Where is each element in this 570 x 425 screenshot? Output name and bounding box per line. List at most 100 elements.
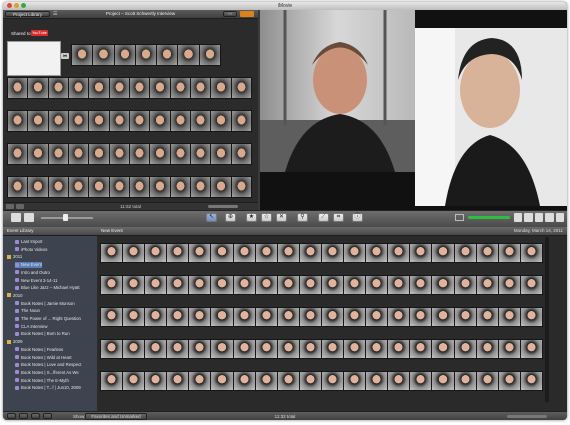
event-clip-row[interactable] [100, 275, 543, 295]
event-item-label: The Noun [21, 308, 40, 314]
event-library: Event Library Last Import iPhoto Videos 20… [3, 227, 97, 411]
title-icon[interactable] [534, 213, 544, 222]
crop-icon[interactable]: ⌗ [333, 213, 344, 222]
event-item-label: Last Import [21, 239, 43, 244]
fullscreen-icon[interactable] [31, 413, 40, 419]
show-filter-select[interactable]: Favorites and Unmarked [85, 413, 147, 420]
keyword-icon[interactable]: ⚲ [297, 213, 308, 222]
event-list-item[interactable]: Last Import [15, 239, 43, 245]
audio-meter [468, 216, 510, 219]
orange-clip-icon[interactable] [240, 11, 254, 17]
event-clip-row[interactable] [100, 243, 543, 263]
event-icon [15, 347, 19, 352]
project-footer: 11:52 total [3, 202, 258, 210]
search-icon[interactable] [43, 413, 52, 419]
event-item-label: Book Notes | Jamie Munson [21, 300, 75, 306]
event-list-item[interactable]: New Event 3-14-11 [15, 278, 57, 284]
event-list-item[interactable]: Book Notes | T...f | Jun10, 2009 [15, 385, 81, 391]
event-item-label: New Event 3-14-11 [21, 277, 58, 283]
event-library-title: Event Library [7, 228, 34, 233]
event-icon [15, 370, 19, 375]
viewer [260, 10, 567, 210]
info-icon[interactable]: ⓘ [352, 213, 363, 222]
event-list-item[interactable]: The Noun [15, 308, 40, 314]
favorite-star-icon[interactable]: ★ [246, 213, 257, 222]
event-icon [15, 324, 19, 329]
project-thumbnail[interactable] [7, 41, 61, 76]
transition-browser-icon[interactable] [545, 213, 554, 222]
transition-icon[interactable]: ⧓ [61, 53, 69, 59]
event-item-label: Book Notes | Fearless [21, 346, 64, 352]
event-item-label: Book Notes | S...fferent As We [21, 369, 79, 375]
map-icon[interactable] [555, 213, 565, 222]
camera-icon[interactable] [11, 213, 21, 222]
event-item-label: Book Notes | Wild at Heart [21, 354, 72, 360]
event-clip-row[interactable] [100, 371, 543, 391]
clip-size-knob[interactable] [63, 214, 68, 221]
event-list-item[interactable]: Intro and Outro [15, 270, 50, 276]
project-clip-row[interactable] [7, 110, 252, 132]
event-item-label: Book Notes | T...f | Jun10, 2009 [21, 385, 81, 391]
project-title: Project – Scott Schwertly Interview [105, 11, 176, 16]
project-pane: Project Library ☰ Project – Scott Schwer… [3, 10, 258, 210]
event-list-item[interactable]: Book Notes | Jamie Munson [15, 301, 75, 307]
event-list-item[interactable]: Book Notes | Wild at Heart [15, 355, 72, 361]
event-icon [15, 316, 19, 321]
project-zoom-slider[interactable] [208, 205, 238, 208]
music-icon[interactable] [514, 213, 523, 222]
unmark-star-icon[interactable]: ☆ [261, 213, 272, 222]
project-clip-row[interactable] [7, 77, 252, 99]
play-event-icon[interactable] [19, 413, 28, 419]
project-library-button[interactable]: Project Library [5, 11, 50, 17]
event-year-folder[interactable]: 2010 [7, 293, 23, 299]
show-label: Show: [73, 414, 86, 419]
reject-icon[interactable]: ✕ [276, 213, 287, 222]
event-list-item[interactable]: iPhoto Videos [15, 247, 47, 253]
title-bar: iMovie [3, 2, 567, 10]
eyedropper-icon[interactable]: ⟋ [318, 213, 329, 222]
event-zoom-slider[interactable] [507, 415, 547, 418]
folder-icon [7, 339, 11, 344]
event-item-label: Book Notes | Love and Respect [21, 362, 82, 368]
select-arrow-icon[interactable]: ↖ [206, 213, 217, 222]
zoom-slider-icon[interactable]: ▫▫▫ [223, 11, 237, 17]
event-icon [15, 362, 19, 367]
viewer-frame [260, 10, 567, 210]
bottom-bar: Show: Favorites and Unmarked 11:32 total [3, 411, 567, 420]
event-list-item[interactable]: Book Notes | Born to Run [15, 331, 70, 337]
voiceover-icon[interactable] [455, 214, 464, 221]
project-clip-row[interactable] [7, 176, 252, 198]
event-icon [15, 301, 19, 306]
event-title: New Event [101, 228, 123, 233]
event-clip-row[interactable] [100, 339, 543, 359]
event-list-item[interactable]: Book Notes | Love and Respect [15, 362, 81, 368]
event-item-label: 2010 [13, 292, 23, 298]
add-event-icon[interactable] [7, 413, 16, 419]
project-clip-row[interactable] [7, 143, 252, 165]
project-clip-row[interactable] [71, 44, 221, 66]
event-item-label: 2009 [13, 339, 23, 345]
event-list-item[interactable]: Blue Like Jazz – Michael Hyatt [15, 285, 80, 291]
window-title: iMovie [277, 3, 293, 9]
list-icon[interactable]: ☰ [53, 11, 60, 17]
youtube-badge[interactable]: YouTube [31, 30, 48, 36]
event-library-header: Event Library [3, 227, 97, 236]
event-item-label: New Event [21, 262, 42, 268]
swap-icon[interactable] [24, 213, 34, 222]
event-year-folder[interactable]: 2009 [7, 339, 23, 345]
event-list-item[interactable]: The Power of ... Right Question [15, 316, 81, 322]
event-list-item[interactable]: Book Notes | Fearless [15, 347, 63, 353]
event-date: Monday, March 14, 2011 [513, 228, 563, 233]
event-list-item[interactable]: New Event [15, 262, 42, 269]
folder-icon [7, 254, 11, 259]
imovie-window: iMovie Project Library ☰ Project – Scott… [3, 2, 567, 420]
event-clip-row[interactable] [100, 307, 543, 327]
event-list-item[interactable]: Book Notes | The E-Myth [15, 378, 69, 384]
event-scrollbar[interactable] [545, 237, 549, 402]
event-list-item[interactable]: CLA Interview [15, 324, 48, 330]
event-list-item[interactable]: Book Notes | S...fferent As We [15, 370, 79, 376]
event-icon [15, 285, 19, 290]
event-year-folder[interactable]: 2011 [7, 254, 22, 260]
add-selection-icon[interactable]: ⊕ [225, 213, 236, 222]
photo-icon[interactable] [524, 213, 533, 222]
